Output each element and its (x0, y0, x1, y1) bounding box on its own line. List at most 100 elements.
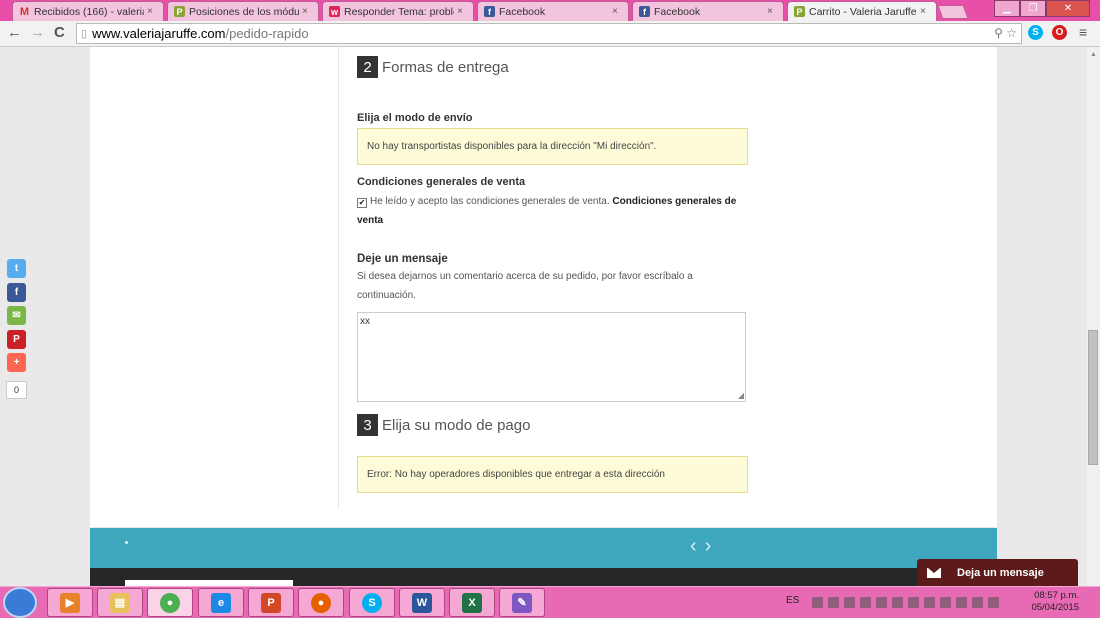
firefox-icon: ● (311, 592, 331, 613)
minimize-button[interactable]: ▁ (994, 0, 1020, 17)
footer-band (90, 528, 997, 568)
window-controls: ▁ ❐ ✕ (994, 0, 1090, 17)
skype-icon: S (362, 592, 382, 613)
shipping-warning: No hay transportistas disponibles para l… (357, 128, 748, 165)
tab-responder[interactable]: w Responder Tema: problem × (322, 1, 474, 21)
chat-widget[interactable]: Deja un mensaje (917, 559, 1078, 586)
skype-extension-icon[interactable]: S (1028, 25, 1043, 40)
paint-icon: ✎ (512, 592, 532, 613)
clock-time: 08:57 p.m. (1034, 590, 1079, 601)
clock[interactable]: 08:57 p.m. 05/04/2015 (1029, 590, 1079, 614)
page-icon: ▯ (81, 28, 88, 40)
tray-icon[interactable] (988, 597, 999, 608)
taskbar-word[interactable]: W (399, 588, 445, 617)
twitter-icon[interactable]: t (7, 259, 26, 278)
close-icon[interactable]: × (457, 6, 467, 17)
reload-button[interactable]: C (54, 24, 65, 41)
slider-dot[interactable] (125, 541, 128, 544)
taskbar-powerpoint[interactable]: P (248, 588, 294, 617)
tab-facebook-1[interactable]: f Facebook × (477, 1, 629, 21)
clock-date: 05/04/2015 (1031, 602, 1079, 613)
forward-button[interactable]: → (30, 24, 45, 41)
scroll-thumb[interactable] (1088, 330, 1098, 465)
close-icon[interactable]: × (302, 6, 312, 17)
chrome-menu-icon[interactable]: ≡ (1079, 24, 1087, 40)
tab-gmail[interactable]: M Recibidos (166) - valeriaja × (12, 1, 164, 21)
word-icon: W (412, 592, 432, 613)
taskbar-media-player[interactable]: ▶ (47, 588, 93, 617)
page-viewport: 2 Formas de entrega Elija el modo de env… (0, 47, 1100, 586)
payment-error: Error: No hay operadores disponibles que… (357, 456, 748, 493)
tab-label: Responder Tema: problem (344, 5, 454, 18)
tab-label: Facebook (499, 5, 546, 18)
tray-icon[interactable] (812, 597, 823, 608)
scrollbar[interactable]: ▲ (1087, 47, 1100, 586)
url-path: /pedido-rapido (225, 26, 309, 41)
zoom-bookmark-icons: ⚲ ☆ (994, 26, 1017, 40)
facebook-icon[interactable]: f (7, 283, 26, 302)
back-button[interactable]: ← (7, 24, 22, 41)
close-icon[interactable]: × (920, 6, 930, 17)
terms-text: He leído y acepto las condiciones genera… (370, 196, 610, 207)
taskbar-paint[interactable]: ✎ (499, 588, 545, 617)
tab-strip: M Recibidos (166) - valeriaja × P Posici… (0, 0, 1100, 21)
opera-extension-icon[interactable]: O (1052, 25, 1067, 40)
step-title: Formas de entrega (382, 58, 509, 76)
scroll-up-icon[interactable]: ▲ (1087, 51, 1100, 58)
step-3-heading: 3 Elija su modo de pago (357, 414, 530, 436)
new-tab-button[interactable] (937, 5, 969, 19)
step-title: Elija su modo de pago (382, 416, 531, 434)
start-button[interactable] (3, 587, 37, 618)
taskbar-skype[interactable]: S (349, 588, 395, 617)
taskbar-explorer[interactable]: ▤ (97, 588, 143, 617)
facebook-icon: f (639, 6, 650, 17)
system-tray-icons (812, 597, 999, 608)
taskbar-ie[interactable]: e (198, 588, 244, 617)
tray-icon[interactable] (956, 597, 967, 608)
tray-icon[interactable] (828, 597, 839, 608)
restore-button[interactable]: ❐ (1020, 0, 1046, 17)
close-icon[interactable]: × (767, 6, 777, 17)
tray-icon[interactable] (844, 597, 855, 608)
tray-icon[interactable] (908, 597, 919, 608)
tab-label: Posiciones de los módulos (189, 5, 299, 18)
powerpoint-icon: P (261, 592, 281, 613)
address-bar[interactable]: ▯ www.valeriajaruffe.com/pedido-rapido ⚲… (76, 23, 1022, 44)
envelope-icon (927, 567, 941, 578)
close-icon[interactable]: × (612, 6, 622, 17)
zoom-icon[interactable]: ⚲ (994, 26, 1003, 40)
url-host: www.valeriajaruffe.com (92, 26, 226, 41)
tray-icon[interactable] (876, 597, 887, 608)
taskbar-excel[interactable]: X (449, 588, 495, 617)
chat-label: Deja un mensaje (957, 566, 1044, 579)
pinterest-icon[interactable]: P (7, 330, 26, 349)
language-indicator[interactable]: ES (786, 595, 799, 606)
terms-checkbox[interactable]: ✔ (357, 198, 367, 208)
taskbar-chrome[interactable]: ● (147, 588, 193, 617)
tray-icon[interactable] (924, 597, 935, 608)
cart-site-icon: P (794, 6, 805, 17)
tray-icon[interactable] (892, 597, 903, 608)
tray-icon[interactable] (972, 597, 983, 608)
tab-posiciones[interactable]: P Posiciones de los módulos × (167, 1, 319, 21)
tray-icon[interactable] (860, 597, 871, 608)
message-textarea[interactable]: xx ◢ (357, 312, 746, 402)
step-number: 2 (357, 56, 378, 78)
terms-label: Condiciones generales de venta (357, 176, 526, 188)
shipping-label: Elija el modo de envío (357, 112, 473, 124)
taskbar-firefox[interactable]: ● (298, 588, 344, 617)
resize-handle-icon[interactable]: ◢ (738, 391, 744, 400)
tab-carrito[interactable]: P Carrito - Valeria Jaruffe - ( × (787, 1, 937, 21)
email-icon[interactable]: ✉ (7, 306, 26, 325)
close-icon[interactable]: × (147, 6, 157, 17)
prestashop-icon: P (174, 6, 185, 17)
file-explorer-icon: ▤ (110, 592, 130, 613)
slider-arrows[interactable]: ‹› (690, 535, 719, 558)
browser-toolbar: ← → C ▯ www.valeriajaruffe.com/pedido-ra… (0, 21, 1100, 47)
close-window-button[interactable]: ✕ (1046, 0, 1090, 17)
tab-facebook-2[interactable]: f Facebook × (632, 1, 784, 21)
bookmark-star-icon[interactable]: ☆ (1006, 26, 1017, 40)
message-label: Deje un mensaje (357, 253, 448, 265)
more-share-icon[interactable]: + (7, 353, 26, 372)
tray-icon[interactable] (940, 597, 951, 608)
